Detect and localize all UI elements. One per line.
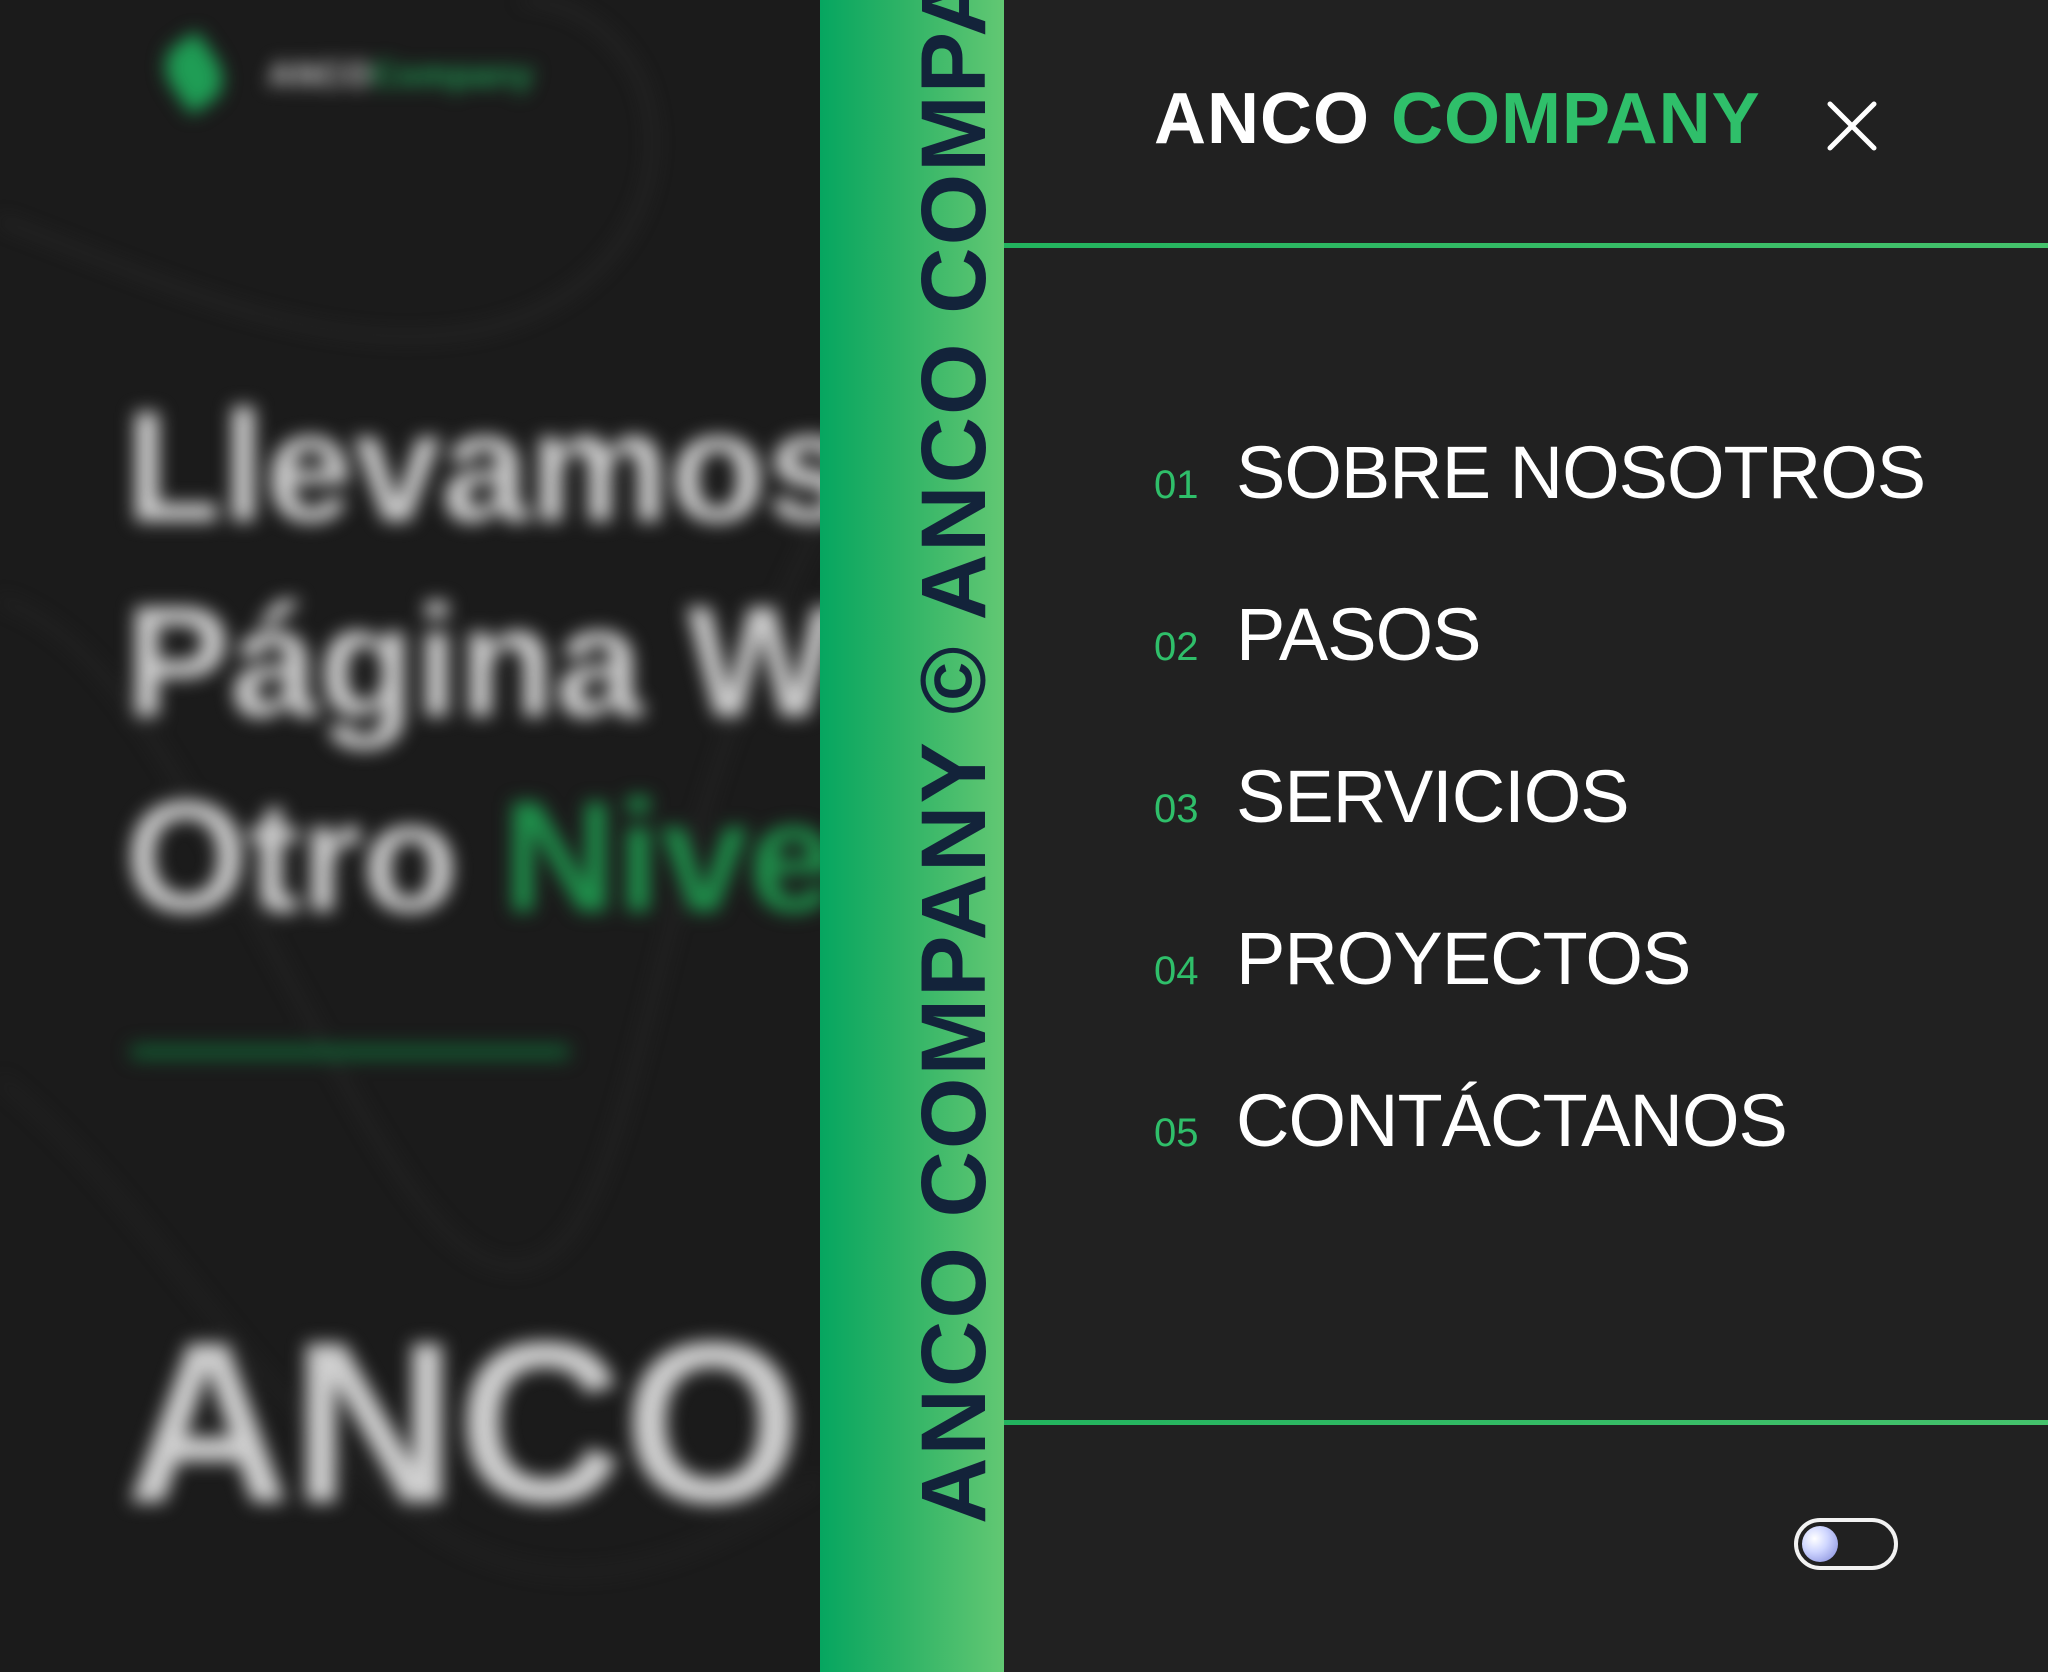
background-logo-word2: Company	[372, 56, 535, 94]
close-icon	[1827, 101, 1877, 151]
menu-item-number: 05	[1154, 1111, 1199, 1155]
menu-item-label: PASOS	[1236, 593, 1481, 676]
background-hero-line3-green: Nivel	[502, 769, 820, 945]
menu-logo[interactable]: ANCO COMPANY	[1154, 78, 1761, 160]
background-page: ANCOCompany Llevamos Tu Página Web Otro …	[0, 0, 820, 1672]
background-logo-word1: ANCO	[268, 56, 373, 94]
background-hero-line1: Llevamos Tu	[125, 379, 820, 555]
background-blurred-content: ANCOCompany Llevamos Tu Página Web Otro …	[0, 0, 820, 1672]
moon-icon	[1802, 1526, 1838, 1562]
menu-item-pasos[interactable]: 02 PASOS	[1154, 592, 1925, 754]
menu-logo-word2: COMPANY	[1391, 79, 1761, 159]
menu-divider-top	[1004, 243, 2048, 248]
menu-item-number: 01	[1154, 463, 1199, 507]
background-brand-text: ANCO C	[125, 1290, 820, 1555]
menu-item-contactanos[interactable]: 05 CONTÁCTANOS	[1154, 1078, 1925, 1240]
side-menu-panel: ANCO COMPANY 01 SOBRE NOSOTROS 02 PASOS …	[1004, 0, 2048, 1672]
menu-item-number: 04	[1154, 949, 1199, 993]
close-menu-button[interactable]	[1824, 98, 1880, 154]
menu-item-proyectos[interactable]: 04 PROYECTOS	[1154, 916, 1925, 1078]
menu-item-label: SERVICIOS	[1236, 755, 1630, 838]
background-brand-white: ANCO	[125, 1294, 803, 1551]
menu-logo-word1: ANCO	[1154, 79, 1370, 159]
background-hero-title: Llevamos Tu Página Web Otro Nivel	[125, 370, 820, 955]
menu-item-number: 02	[1154, 625, 1199, 669]
menu-item-servicios[interactable]: 03 SERVICIOS	[1154, 754, 1925, 916]
menu-item-label: PROYECTOS	[1236, 917, 1691, 1000]
brand-marquee-strip: ANCO COMPANY © ANCO COMPA	[820, 0, 1004, 1672]
main-menu: 01 SOBRE NOSOTROS 02 PASOS 03 SERVICIOS …	[1154, 430, 1926, 1240]
background-logo: ANCOCompany	[268, 56, 534, 95]
theme-toggle[interactable]	[1794, 1518, 1898, 1570]
menu-item-number: 03	[1154, 787, 1199, 831]
background-hero-line3-white: Otro	[125, 769, 459, 945]
brand-marquee-text: ANCO COMPANY © ANCO COMPA	[903, 0, 1004, 1524]
menu-item-label: CONTÁCTANOS	[1236, 1079, 1788, 1162]
background-hero-line3: Otro Nivel	[125, 760, 820, 955]
menu-divider-bottom	[1004, 1420, 2048, 1425]
menu-item-label: SOBRE NOSOTROS	[1236, 431, 1926, 514]
background-hero-underline	[130, 1045, 570, 1059]
background-hero-line2: Página Web	[125, 574, 820, 750]
menu-item-sobre-nosotros[interactable]: 01 SOBRE NOSOTROS	[1154, 430, 1926, 592]
